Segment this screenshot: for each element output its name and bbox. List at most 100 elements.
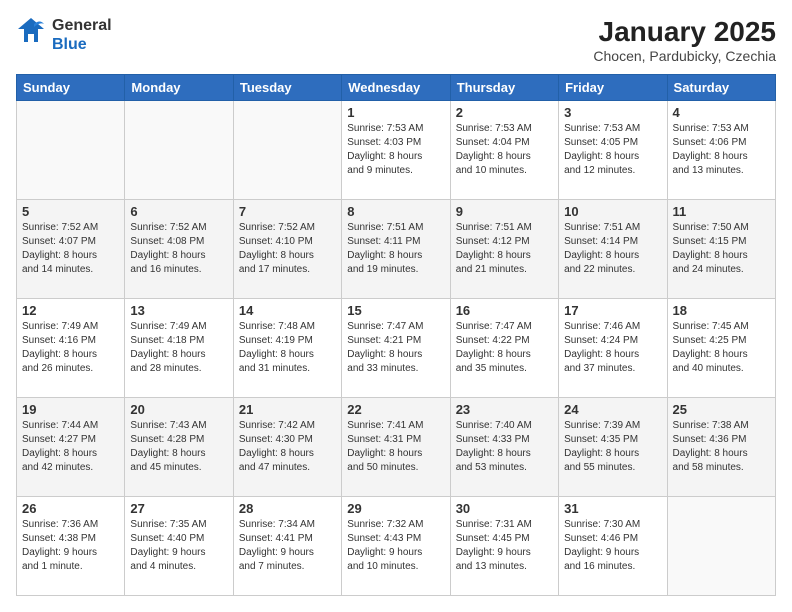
- calendar-cell: 13 Sunrise: 7:49 AM Sunset: 4:18 PM Dayli…: [125, 299, 233, 398]
- calendar-cell: 1 Sunrise: 7:53 AM Sunset: 4:03 PM Daylig…: [342, 101, 450, 200]
- calendar-cell: 17 Sunrise: 7:46 AM Sunset: 4:24 PM Dayli…: [559, 299, 667, 398]
- day-number: 13: [130, 303, 227, 318]
- week-row-1: 1 Sunrise: 7:53 AM Sunset: 4:03 PM Daylig…: [17, 101, 776, 200]
- calendar-table: SundayMondayTuesdayWednesdayThursdayFrid…: [16, 74, 776, 596]
- calendar-cell: 10Sunrise: 7:51 AM Sunset: 4:14 PM Dayli…: [559, 200, 667, 299]
- calendar-cell: [17, 101, 125, 200]
- calendar-cell: 26Sunrise: 7:36 AM Sunset: 4:38 PM Dayli…: [17, 497, 125, 596]
- calendar-cell: 24 Sunrise: 7:39 AM Sunset: 4:35 PM Dayli…: [559, 398, 667, 497]
- weekday-header-row: SundayMondayTuesdayWednesdayThursdayFrid…: [17, 75, 776, 101]
- page: GeneralBlue January 2025 Chocen, Pardubi…: [0, 0, 792, 612]
- day-number: 3: [564, 105, 661, 120]
- day-info: Sunrise: 7:42 AM Sunset: 4:30 PM Dayligh…: [239, 419, 336, 475]
- month-title: January 2025: [593, 16, 776, 48]
- day-number: 19: [22, 402, 119, 417]
- week-row-4: 19 Sunrise: 7:44 AM Sunset: 4:27 PM Dayli…: [17, 398, 776, 497]
- calendar-cell: 30Sunrise: 7:31 AM Sunset: 4:45 PM Dayli…: [450, 497, 558, 596]
- calendar-cell: 4Sunrise: 7:53 AM Sunset: 4:06 PM Daylig…: [667, 101, 775, 200]
- day-info: Sunrise: 7:38 AM Sunset: 4:36 PM Dayligh…: [673, 419, 770, 475]
- day-info: Sunrise: 7:44 AM Sunset: 4:27 PM Dayligh…: [22, 419, 119, 475]
- day-info: Sunrise: 7:36 AM Sunset: 4:38 PM Dayligh…: [22, 518, 119, 574]
- calendar-cell: 25 Sunrise: 7:38 AM Sunset: 4:36 PM Dayli…: [667, 398, 775, 497]
- day-number: 14: [239, 303, 336, 318]
- day-info: Sunrise: 7:51 AM Sunset: 4:12 PM Dayligh…: [456, 221, 553, 277]
- calendar-cell: 6 Sunrise: 7:52 AM Sunset: 4:08 PM Daylig…: [125, 200, 233, 299]
- calendar-cell: 15 Sunrise: 7:47 AM Sunset: 4:21 PM Dayli…: [342, 299, 450, 398]
- day-info: Sunrise: 7:30 AM Sunset: 4:46 PM Dayligh…: [564, 518, 661, 574]
- day-number: 16: [456, 303, 553, 318]
- title-block: January 2025 Chocen, Pardubicky, Czechia: [593, 16, 776, 64]
- day-info: Sunrise: 7:52 AM Sunset: 4:10 PM Dayligh…: [239, 221, 336, 277]
- weekday-header-sunday: Sunday: [17, 75, 125, 101]
- calendar-cell: 27Sunrise: 7:35 AM Sunset: 4:40 PM Dayli…: [125, 497, 233, 596]
- calendar-cell: 31Sunrise: 7:30 AM Sunset: 4:46 PM Dayli…: [559, 497, 667, 596]
- day-number: 1: [347, 105, 444, 120]
- day-number: 30: [456, 501, 553, 516]
- logo-blue-text: Blue: [52, 35, 112, 54]
- day-info: Sunrise: 7:34 AM Sunset: 4:41 PM Dayligh…: [239, 518, 336, 574]
- day-info: Sunrise: 7:47 AM Sunset: 4:21 PM Dayligh…: [347, 320, 444, 376]
- calendar-cell: [125, 101, 233, 200]
- day-number: 5: [22, 204, 119, 219]
- day-info: Sunrise: 7:53 AM Sunset: 4:03 PM Dayligh…: [347, 122, 444, 178]
- weekday-header-tuesday: Tuesday: [233, 75, 341, 101]
- week-row-3: 12Sunrise: 7:49 AM Sunset: 4:16 PM Dayli…: [17, 299, 776, 398]
- day-number: 7: [239, 204, 336, 219]
- day-number: 4: [673, 105, 770, 120]
- day-info: Sunrise: 7:48 AM Sunset: 4:19 PM Dayligh…: [239, 320, 336, 376]
- weekday-header-friday: Friday: [559, 75, 667, 101]
- header: GeneralBlue January 2025 Chocen, Pardubi…: [16, 16, 776, 64]
- day-info: Sunrise: 7:52 AM Sunset: 4:08 PM Dayligh…: [130, 221, 227, 277]
- calendar-cell: 20Sunrise: 7:43 AM Sunset: 4:28 PM Dayli…: [125, 398, 233, 497]
- calendar-cell: 28 Sunrise: 7:34 AM Sunset: 4:41 PM Dayli…: [233, 497, 341, 596]
- calendar-cell: 12Sunrise: 7:49 AM Sunset: 4:16 PM Dayli…: [17, 299, 125, 398]
- calendar-cell: 8 Sunrise: 7:51 AM Sunset: 4:11 PM Daylig…: [342, 200, 450, 299]
- calendar-cell: [233, 101, 341, 200]
- logo: GeneralBlue: [16, 16, 112, 54]
- day-info: Sunrise: 7:46 AM Sunset: 4:24 PM Dayligh…: [564, 320, 661, 376]
- day-info: Sunrise: 7:47 AM Sunset: 4:22 PM Dayligh…: [456, 320, 553, 376]
- day-number: 28: [239, 501, 336, 516]
- week-row-5: 26Sunrise: 7:36 AM Sunset: 4:38 PM Dayli…: [17, 497, 776, 596]
- day-number: 21: [239, 402, 336, 417]
- calendar-cell: 29Sunrise: 7:32 AM Sunset: 4:43 PM Dayli…: [342, 497, 450, 596]
- day-info: Sunrise: 7:53 AM Sunset: 4:05 PM Dayligh…: [564, 122, 661, 178]
- day-number: 23: [456, 402, 553, 417]
- calendar-cell: 11 Sunrise: 7:50 AM Sunset: 4:15 PM Dayli…: [667, 200, 775, 299]
- day-number: 11: [673, 204, 770, 219]
- day-info: Sunrise: 7:35 AM Sunset: 4:40 PM Dayligh…: [130, 518, 227, 574]
- day-info: Sunrise: 7:32 AM Sunset: 4:43 PM Dayligh…: [347, 518, 444, 574]
- day-number: 18: [673, 303, 770, 318]
- calendar-cell: 14 Sunrise: 7:48 AM Sunset: 4:19 PM Dayli…: [233, 299, 341, 398]
- day-number: 10: [564, 204, 661, 219]
- calendar-cell: 18 Sunrise: 7:45 AM Sunset: 4:25 PM Dayli…: [667, 299, 775, 398]
- day-info: Sunrise: 7:50 AM Sunset: 4:15 PM Dayligh…: [673, 221, 770, 277]
- day-number: 9: [456, 204, 553, 219]
- week-row-2: 5Sunrise: 7:52 AM Sunset: 4:07 PM Daylig…: [17, 200, 776, 299]
- weekday-header-thursday: Thursday: [450, 75, 558, 101]
- day-number: 17: [564, 303, 661, 318]
- day-number: 15: [347, 303, 444, 318]
- day-number: 8: [347, 204, 444, 219]
- day-info: Sunrise: 7:39 AM Sunset: 4:35 PM Dayligh…: [564, 419, 661, 475]
- day-info: Sunrise: 7:45 AM Sunset: 4:25 PM Dayligh…: [673, 320, 770, 376]
- day-number: 2: [456, 105, 553, 120]
- calendar-cell: 23 Sunrise: 7:40 AM Sunset: 4:33 PM Dayli…: [450, 398, 558, 497]
- weekday-header-monday: Monday: [125, 75, 233, 101]
- day-number: 24: [564, 402, 661, 417]
- day-info: Sunrise: 7:49 AM Sunset: 4:18 PM Dayligh…: [130, 320, 227, 376]
- day-number: 22: [347, 402, 444, 417]
- day-info: Sunrise: 7:51 AM Sunset: 4:11 PM Dayligh…: [347, 221, 444, 277]
- calendar-cell: 3 Sunrise: 7:53 AM Sunset: 4:05 PM Daylig…: [559, 101, 667, 200]
- day-info: Sunrise: 7:53 AM Sunset: 4:04 PM Dayligh…: [456, 122, 553, 178]
- calendar-cell: 9 Sunrise: 7:51 AM Sunset: 4:12 PM Daylig…: [450, 200, 558, 299]
- location: Chocen, Pardubicky, Czechia: [593, 48, 776, 64]
- weekday-header-wednesday: Wednesday: [342, 75, 450, 101]
- calendar-cell: 7 Sunrise: 7:52 AM Sunset: 4:10 PM Daylig…: [233, 200, 341, 299]
- day-number: 25: [673, 402, 770, 417]
- day-number: 6: [130, 204, 227, 219]
- day-info: Sunrise: 7:49 AM Sunset: 4:16 PM Dayligh…: [22, 320, 119, 376]
- calendar-cell: 22Sunrise: 7:41 AM Sunset: 4:31 PM Dayli…: [342, 398, 450, 497]
- calendar-cell: 21 Sunrise: 7:42 AM Sunset: 4:30 PM Dayli…: [233, 398, 341, 497]
- day-info: Sunrise: 7:40 AM Sunset: 4:33 PM Dayligh…: [456, 419, 553, 475]
